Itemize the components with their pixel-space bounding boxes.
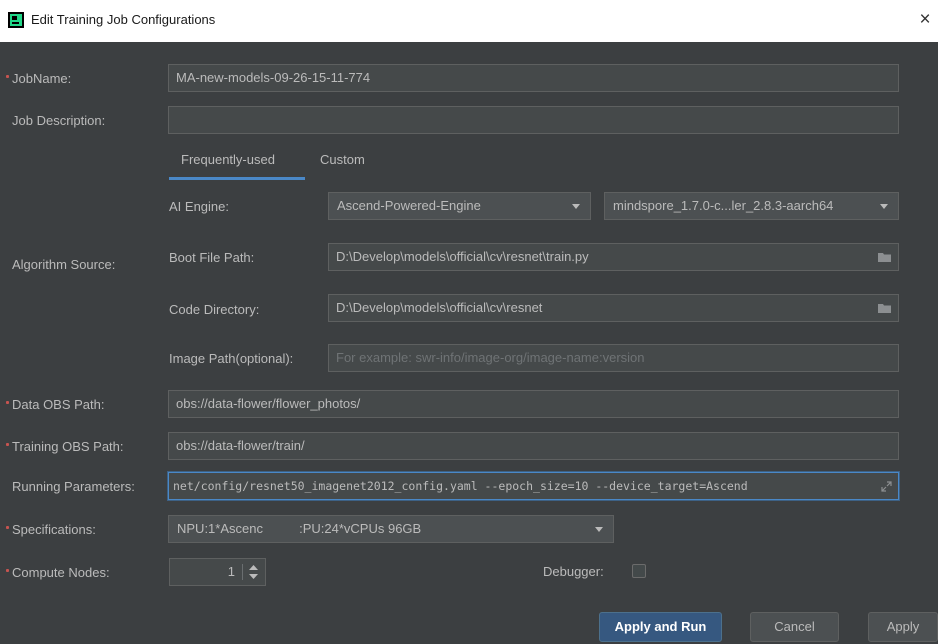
cancel-button[interactable]: Cancel (750, 612, 839, 642)
ai-engine-select[interactable]: Ascend-Powered-Engine (328, 192, 591, 220)
chevron-down-icon (572, 204, 580, 209)
apply-button[interactable]: Apply (868, 612, 938, 642)
specifications-select[interactable]: NPU:1*Ascenc :PU:24*vCPUs 96GB (168, 515, 614, 543)
boot-file-path-input[interactable]: D:\Develop\models\official\cv\resnet\tra… (328, 243, 899, 271)
expand-icon[interactable] (881, 481, 892, 492)
compute-nodes-value: 1 (227, 564, 235, 579)
boot-file-path-label: Boot File Path: (169, 250, 255, 265)
code-directory-label: Code Directory: (169, 302, 260, 317)
stepper-arrows-icon[interactable] (249, 565, 258, 579)
engine-version-value: mindspore_1.7.0-c...ler_2.8.3-aarch64 (613, 198, 834, 213)
training-obs-path-label: Training OBS Path: (6, 439, 124, 454)
ai-engine-value: Ascend-Powered-Engine (337, 198, 481, 213)
job-description-input[interactable] (168, 106, 899, 134)
debugger-label: Debugger: (543, 564, 604, 579)
compute-nodes-stepper[interactable]: 1 (169, 558, 266, 586)
job-name-label: JobName: (5, 71, 72, 86)
tab-frequently-used[interactable]: Frequently-used (181, 152, 275, 167)
debugger-checkbox[interactable] (632, 564, 646, 578)
image-path-input[interactable]: For example: swr-info/image-org/image-na… (328, 344, 899, 372)
ai-engine-label: AI Engine: (169, 199, 229, 214)
chevron-down-icon (595, 527, 603, 532)
dialog-titlebar: Edit Training Job Configurations × (0, 0, 938, 42)
boot-file-path-value: D:\Develop\models\official\cv\resnet\tra… (336, 249, 589, 264)
folder-icon[interactable] (878, 252, 891, 262)
job-name-input[interactable]: MA-new-models-09-26-15-11-774 (168, 64, 899, 92)
specifications-value: NPU:1*Ascenc :PU:24*vCPUs 96GB (177, 521, 422, 536)
folder-icon[interactable] (878, 303, 891, 313)
stepper-divider (242, 564, 243, 580)
data-obs-path-input[interactable]: obs://data-flower/flower_photos/ (168, 390, 899, 418)
compute-nodes-label: Compute Nodes: (6, 565, 110, 580)
algorithm-source-label: Algorithm Source: (12, 257, 116, 272)
chevron-down-icon (880, 204, 888, 209)
apply-and-run-button[interactable]: Apply and Run (599, 612, 722, 642)
running-parameters-input[interactable]: net/config/resnet50_imagenet2012_config.… (168, 472, 899, 500)
code-directory-value: D:\Develop\models\official\cv\resnet (336, 300, 543, 315)
specifications-label: Specifications: (6, 522, 96, 537)
active-tab-indicator (169, 177, 305, 180)
engine-version-select[interactable]: mindspore_1.7.0-c...ler_2.8.3-aarch64 (604, 192, 899, 220)
running-parameters-value: net/config/resnet50_imagenet2012_config.… (173, 479, 748, 493)
dialog-title: Edit Training Job Configurations (31, 12, 216, 27)
tab-custom[interactable]: Custom (320, 152, 365, 167)
close-icon[interactable]: × (916, 10, 934, 30)
app-logo-icon (8, 12, 24, 28)
image-path-label: Image Path(optional): (169, 351, 294, 366)
code-directory-input[interactable]: D:\Develop\models\official\cv\resnet (328, 294, 899, 322)
running-parameters-label: Running Parameters: (12, 479, 135, 494)
data-obs-path-label: Data OBS Path: (6, 397, 105, 412)
training-obs-path-input[interactable]: obs://data-flower/train/ (168, 432, 899, 460)
job-description-label: Job Description: (12, 113, 106, 128)
